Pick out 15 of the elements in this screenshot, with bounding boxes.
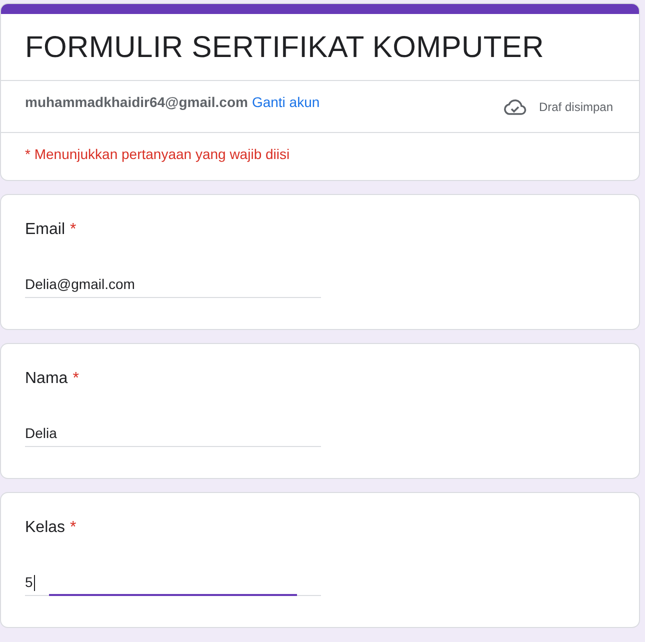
answer-field[interactable]: Delia — [25, 425, 321, 447]
question-label: Email — [25, 221, 66, 239]
account-email: muhammadkhaidir64@gmail.com — [25, 94, 248, 110]
required-mark: * — [72, 370, 79, 388]
required-note: * Menunjukkan pertanyaan yang wajib diisi — [24, 145, 291, 164]
text-cursor — [34, 575, 35, 591]
required-mark: * — [70, 221, 76, 239]
draft-saved-status: Draf disimpan — [538, 100, 613, 114]
answer-field[interactable]: Delia@gmail.com — [25, 276, 321, 298]
question-label: Kelas — [25, 519, 66, 537]
form-title: FORMULIR SERTIFIKAT KOMPUTER — [25, 31, 545, 65]
question-label: Nama — [25, 370, 68, 388]
switch-account-link[interactable]: Ganti akun — [252, 94, 320, 110]
required-mark: * — [70, 519, 76, 537]
cloud-check-icon — [502, 98, 527, 116]
